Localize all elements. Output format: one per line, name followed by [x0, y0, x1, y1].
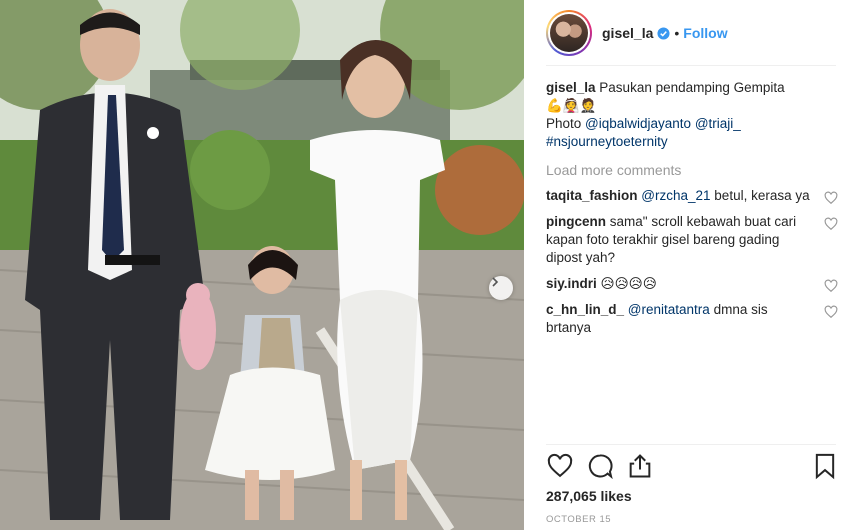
likes-count[interactable]: 287,065 likes	[546, 488, 632, 504]
comment-username[interactable]: pingcenn	[546, 214, 606, 229]
verified-badge-icon	[657, 26, 670, 40]
post-header: gisel_la • Follow	[524, 0, 849, 66]
comment-username[interactable]: c_hn_lin_d_	[546, 302, 624, 317]
follow-button[interactable]: Follow	[683, 25, 727, 41]
caption-text: Pasukan pendamping Gempita	[599, 80, 785, 95]
story-ring[interactable]	[546, 10, 592, 56]
post-photo[interactable]	[0, 0, 524, 530]
comment-item: c_hn_lin_d_ @renitatantra dmna sis brtan…	[546, 301, 838, 337]
caption-mention-2[interactable]: @triaji_	[695, 116, 741, 131]
caption: gisel_la Pasukan pendamping Gempita 💪👰🤵 …	[546, 79, 838, 151]
header-username[interactable]: gisel_la	[602, 25, 653, 41]
comment-mention[interactable]: @rzcha_21	[641, 188, 710, 203]
comments-section: gisel_la Pasukan pendamping Gempita 💪👰🤵 …	[546, 79, 838, 337]
comment-username[interactable]: siy.indri	[546, 276, 597, 291]
next-arrow-icon	[492, 277, 499, 287]
photo-illustration	[0, 0, 524, 530]
post-date[interactable]: OCTOBER 15	[546, 514, 611, 525]
comment-item: pingcenn sama" scroll kebawah buat cari …	[546, 213, 838, 267]
comment-text: 😥😥😥😥	[600, 276, 657, 291]
caption-mention-1[interactable]: @iqbalwidjayanto	[585, 116, 691, 131]
comment-icon[interactable]	[586, 452, 614, 480]
actions-divider	[546, 444, 836, 445]
like-comment-heart-icon[interactable]	[824, 217, 838, 231]
post-side-panel: gisel_la • Follow gisel_la Pasukan penda…	[524, 0, 849, 530]
comment-username[interactable]: taqita_fashion	[546, 188, 638, 203]
caption-hashtag[interactable]: #nsjourneytoeternity	[546, 134, 668, 149]
comment-mention[interactable]: @renitatantra	[628, 302, 710, 317]
header-separator: •	[674, 25, 680, 41]
bookmark-icon[interactable]	[811, 452, 839, 480]
comment-item: taqita_fashion @rzcha_21 betul, kerasa y…	[546, 187, 838, 205]
post-actions-bar	[546, 452, 836, 482]
next-photo-button[interactable]	[489, 276, 513, 300]
like-comment-heart-icon[interactable]	[824, 191, 838, 205]
like-comment-heart-icon[interactable]	[824, 305, 838, 319]
header-divider	[546, 65, 836, 66]
avatar[interactable]	[550, 14, 588, 52]
comment-item: siy.indri 😥😥😥😥	[546, 275, 838, 293]
like-comment-heart-icon[interactable]	[824, 279, 838, 293]
heart-icon[interactable]	[546, 452, 574, 480]
comment-text: betul, kerasa ya	[714, 188, 810, 203]
caption-emoji: 💪👰🤵	[546, 98, 597, 113]
caption-username[interactable]: gisel_la	[546, 80, 596, 95]
load-more-comments-button[interactable]: Load more comments	[546, 161, 838, 179]
share-icon[interactable]	[626, 452, 654, 480]
caption-photo-label: Photo	[546, 116, 582, 131]
